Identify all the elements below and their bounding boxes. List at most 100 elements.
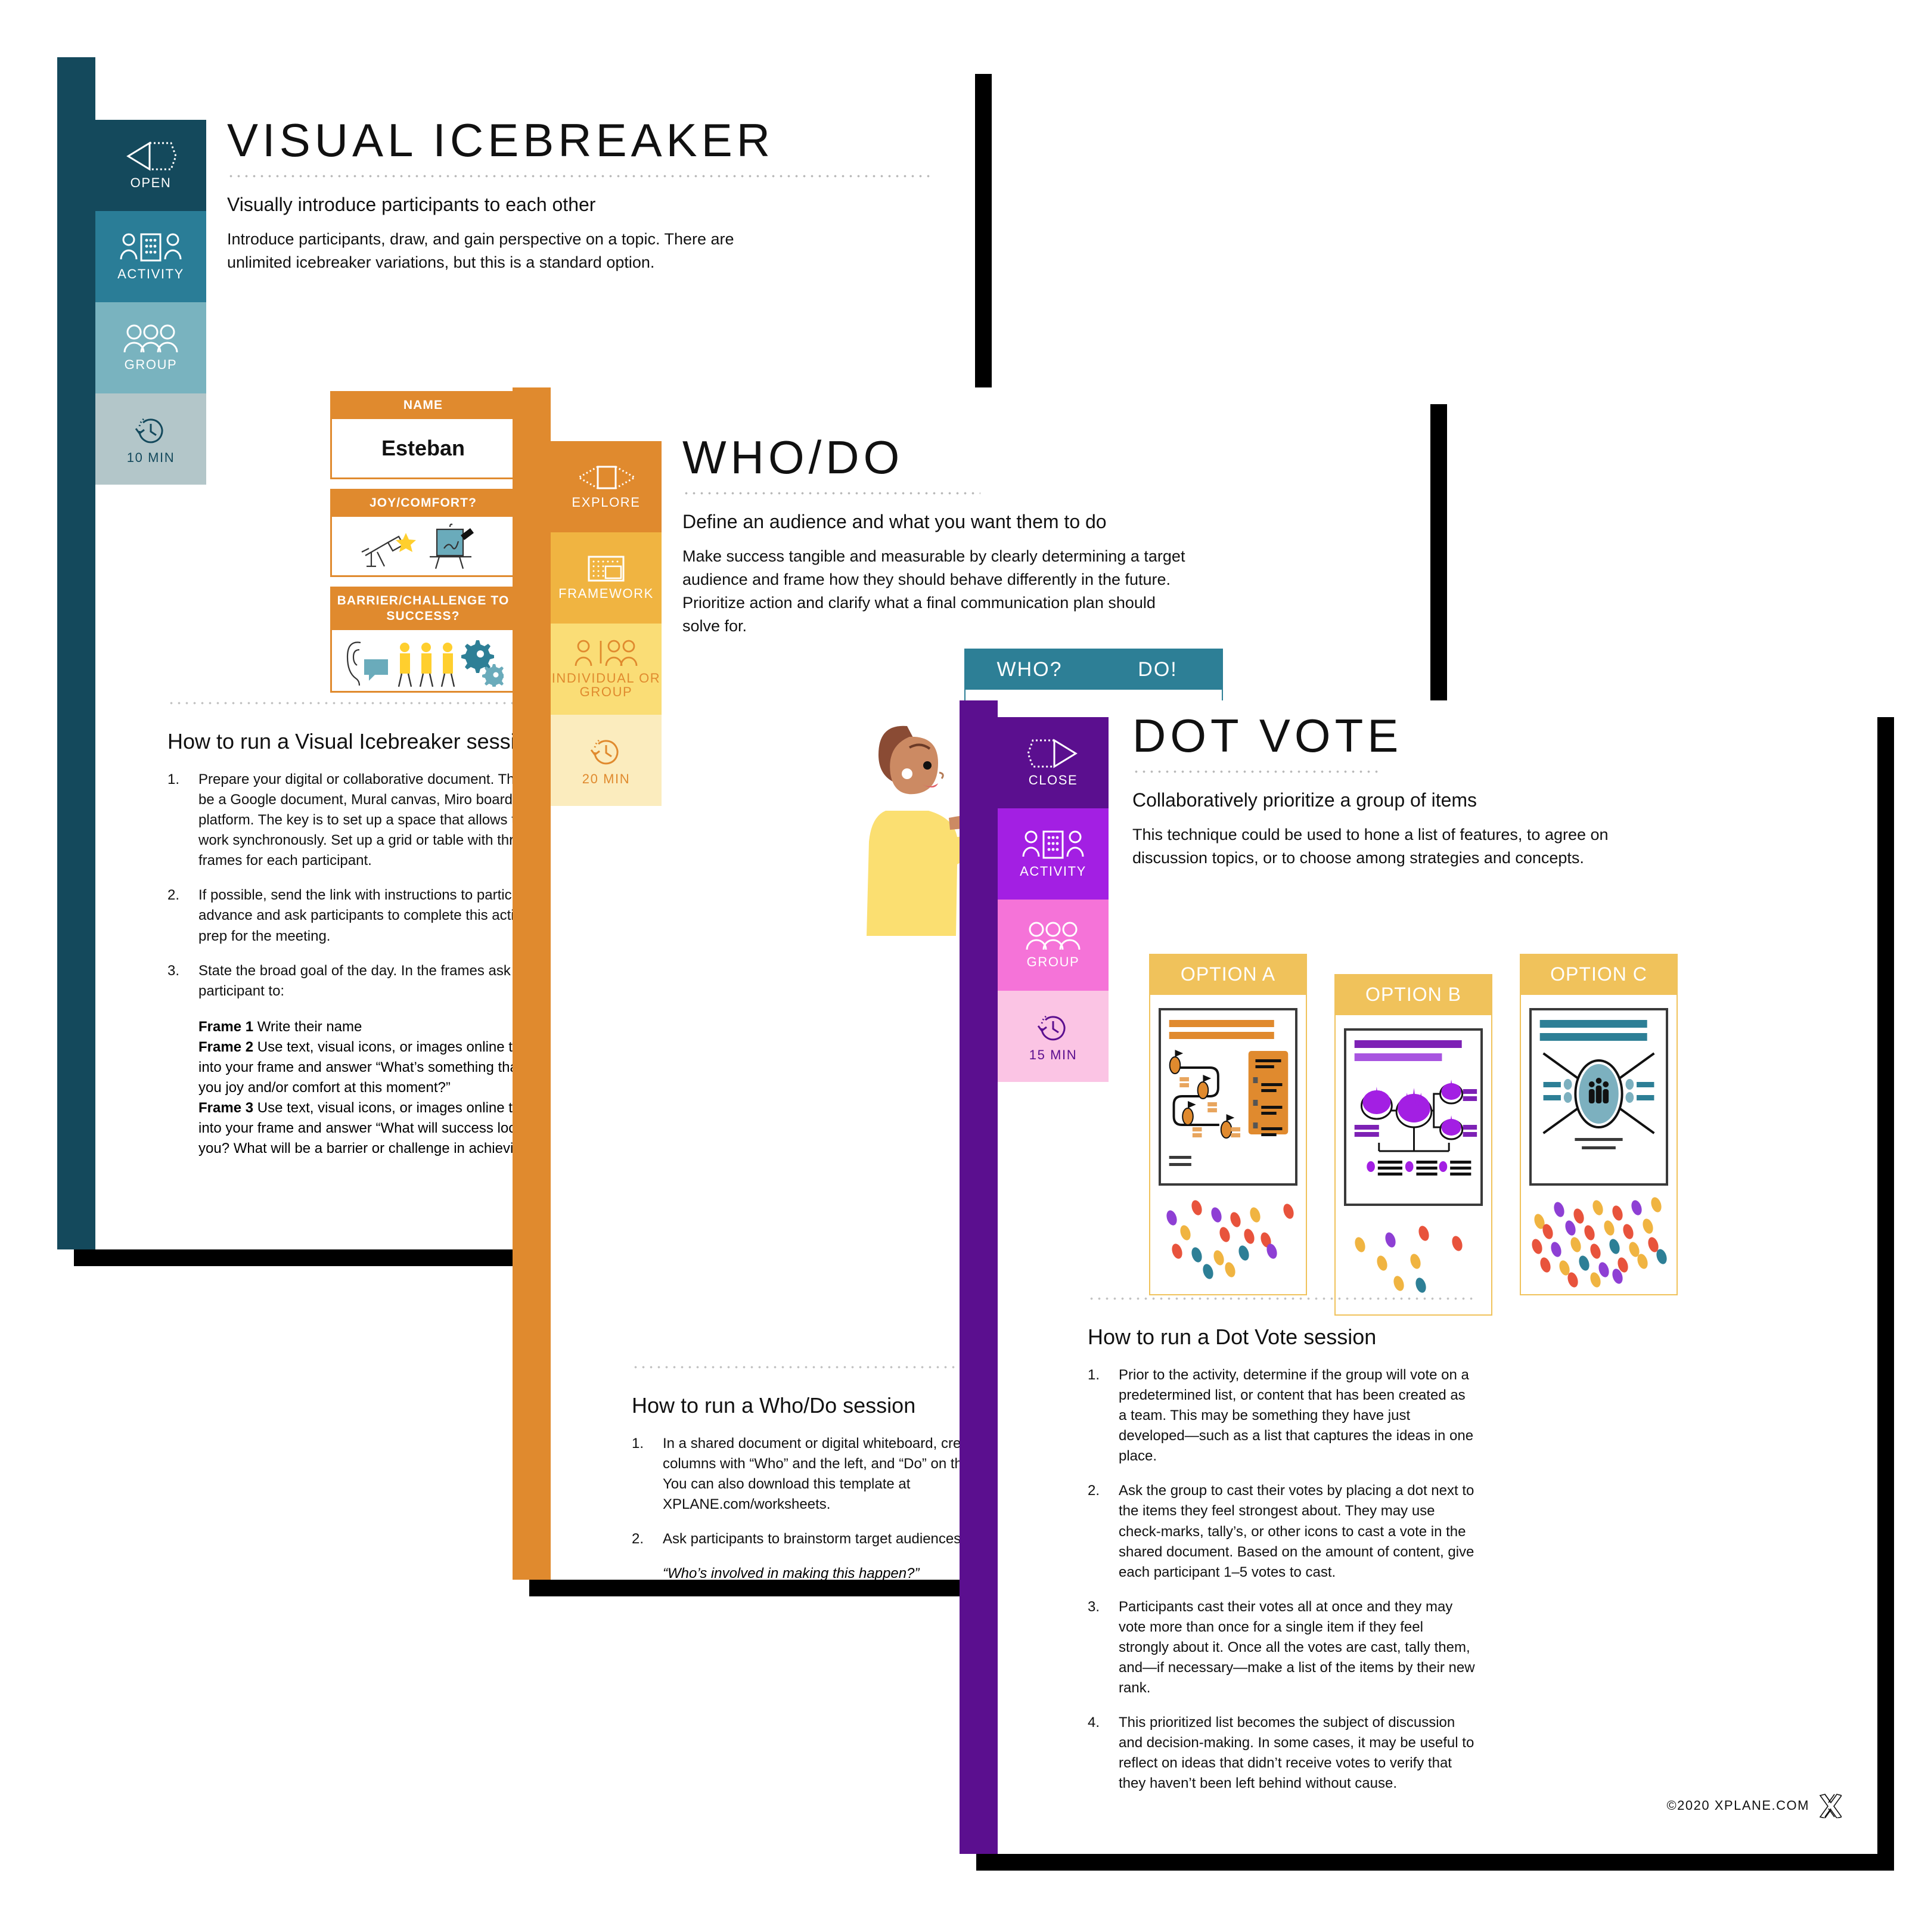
list-item: 3. Participants cast their votes all at o…	[1088, 1598, 1475, 1697]
name-card-band: BARRIER/CHALLENGE TO SUCCESS?	[330, 587, 516, 630]
accent-rail	[960, 700, 998, 1854]
worksheet-col-do: DO!	[1138, 658, 1178, 681]
howto-title: How to run a Who/Do session	[632, 1393, 916, 1418]
name-card-band: JOY/COMFORT?	[330, 489, 516, 517]
meta-label: FRAMEWORK	[558, 586, 654, 601]
howto-section: How to run a Who/Do session 1. In a share…	[632, 1365, 1013, 1580]
list-item: 1. In a shared document or digital whiteb…	[632, 1435, 1007, 1513]
meta-item-framework[interactable]: FRAMEWORK	[551, 532, 662, 624]
meta-item-group[interactable]: GROUP	[95, 302, 206, 393]
explore-icon	[576, 466, 637, 489]
clock-icon	[1037, 1015, 1066, 1041]
flow-diagram-thumb	[1169, 1020, 1289, 1166]
meta-sidebar: EXPLORE FRAMEWORK INDIVIDUAL OR GROUP 20…	[551, 441, 662, 806]
clock-icon	[135, 418, 163, 444]
list-item: 2. If possible, send the link with instru…	[167, 887, 565, 944]
vote-dots	[1529, 1195, 1669, 1289]
page-title: VISUAL ICEBREAKER	[227, 114, 775, 166]
group-icon	[1026, 922, 1081, 950]
card-subtitle: Define an audience and what you want the…	[682, 511, 1107, 532]
meta-item-explore[interactable]: EXPLORE	[551, 441, 662, 532]
meta-label: ACTIVITY	[1020, 864, 1086, 879]
meta-item-activity[interactable]: ACTIVITY	[95, 211, 206, 302]
card-header: VISUAL ICEBREAKER Visually introduce par…	[227, 117, 930, 274]
meta-label: GROUP	[1026, 954, 1080, 970]
howto-title: How to run a Visual Icebreaker session	[167, 729, 539, 753]
section-divider	[632, 1365, 1013, 1369]
footer: ©2020 XPLANE.COM	[1666, 1793, 1842, 1818]
steps-list: 1. Prepare your digital or collaborative …	[167, 770, 573, 1001]
barrier-challenge-icons	[330, 629, 516, 693]
group-icon	[123, 324, 178, 353]
ear-people-gears-icon	[346, 640, 504, 687]
list-item: 1. Prepare your digital or collaborative …	[167, 771, 567, 869]
card-subtitle: Collaboratively prioritize a group of it…	[1132, 789, 1477, 811]
meta-item-group[interactable]: GROUP	[998, 900, 1109, 991]
option-thumbnail	[1529, 1008, 1668, 1186]
meta-item-duration[interactable]: 15 MIN	[998, 991, 1109, 1082]
title-divider	[1132, 770, 1383, 774]
option-label: OPTION C	[1520, 954, 1678, 995]
meta-label: CLOSE	[1028, 773, 1078, 788]
meta-sidebar: CLOSE ACTIVITY GROUP 15 MIN	[998, 717, 1109, 1082]
section-divider	[1088, 1297, 1475, 1301]
individual-or-group-icon	[575, 640, 638, 666]
vote-dots	[1344, 1215, 1483, 1299]
list-item: 3. State the broad goal of the day. In th…	[167, 962, 511, 999]
worksheet-col-who: WHO?	[996, 658, 1063, 681]
card-dot-vote: CLOSE ACTIVITY GROUP 15 MIN DOT VOTE Col…	[960, 700, 1877, 1854]
meta-item-duration[interactable]: 10 MIN	[95, 393, 206, 485]
title-divider	[682, 491, 980, 495]
option-card-row: OPTION A OPTION B OPTION C	[1149, 954, 1805, 1316]
meta-item-activity[interactable]: ACTIVITY	[998, 808, 1109, 900]
card-header: WHO/DO Define an audience and what you w…	[682, 434, 1386, 638]
meta-label: EXPLORE	[572, 495, 641, 510]
meta-label: OPEN	[130, 175, 172, 191]
steps-list: 1. Prior to the activity, determine if th…	[1088, 1365, 1475, 1794]
option-label: OPTION B	[1334, 974, 1492, 1015]
option-label: OPTION A	[1149, 954, 1307, 995]
list-item: 1. Prior to the activity, determine if th…	[1088, 1367, 1474, 1465]
activity-icon	[120, 233, 182, 262]
activity-icon	[1022, 830, 1084, 859]
meta-item-duration[interactable]: 20 MIN	[551, 715, 662, 806]
meta-item-individual-or-group[interactable]: INDIVIDUAL OR GROUP	[551, 624, 662, 715]
vote-dots	[1159, 1195, 1297, 1280]
accent-rail	[57, 57, 95, 1249]
worksheet-header: WHO? DO!	[966, 650, 1222, 690]
meta-label: 10 MIN	[126, 450, 175, 466]
option-card[interactable]: OPTION C	[1520, 954, 1678, 1295]
title-divider	[227, 174, 930, 178]
option-card[interactable]: OPTION A	[1149, 954, 1307, 1295]
org-chart-thumb	[1354, 1040, 1477, 1176]
accent-rail	[513, 387, 551, 1580]
meta-label: 20 MIN	[582, 771, 631, 787]
joy-comfort-icons	[330, 517, 516, 578]
xplane-x-logo	[1819, 1794, 1842, 1818]
clock-icon	[590, 739, 619, 765]
meta-item-close[interactable]: CLOSE	[998, 717, 1109, 808]
page-title: DOT VOTE	[1132, 709, 1403, 762]
copyright-text: ©2020 XPLANE.COM	[1666, 1798, 1809, 1813]
meta-label: ACTIVITY	[117, 266, 184, 282]
list-item: 2. Ask participants to brainstorm target …	[632, 1531, 965, 1548]
card-description: Introduce participants, draw, and gain p…	[227, 230, 734, 272]
card-description: Make success tangible and measurable by …	[682, 547, 1185, 635]
card-subtitle: Visually introduce participants to each …	[227, 194, 596, 215]
card-description: This technique could be used to hone a l…	[1132, 826, 1609, 867]
framework-icon	[588, 556, 625, 582]
option-thumbnail	[1159, 1008, 1297, 1186]
open-arrow-icon	[126, 141, 177, 171]
card-header: DOT VOTE Collaboratively prioritize a gr…	[1132, 712, 1836, 870]
participant-name: Esteban	[381, 436, 465, 461]
meta-label: 15 MIN	[1029, 1047, 1078, 1063]
meta-item-open[interactable]: OPEN	[95, 120, 206, 211]
hub-diagram-thumb	[1539, 1020, 1655, 1149]
card-stack: OPEN ACTIVITY GROUP 10 MIN VISUAL ICEBRE…	[0, 0, 1931, 1932]
meta-sidebar: OPEN ACTIVITY GROUP 10 MIN	[95, 120, 206, 485]
option-thumbnail	[1344, 1028, 1483, 1206]
section-divider	[167, 701, 573, 705]
telescope-and-easel-icon	[361, 523, 474, 569]
option-card[interactable]: OPTION B	[1334, 974, 1492, 1316]
close-arrow-icon	[1027, 739, 1078, 768]
